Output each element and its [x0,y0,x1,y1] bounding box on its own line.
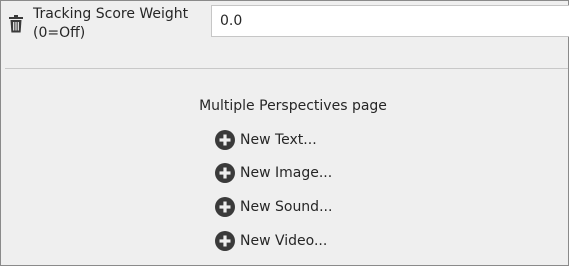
divider [5,68,568,69]
section-title: Multiple Perspectives page [199,98,387,114]
tracking-score-input[interactable] [211,5,569,37]
new-image-label: New Image... [240,165,333,181]
new-sound-label: New Sound... [240,199,333,215]
tracking-score-label-line1: Tracking Score Weight [33,6,189,22]
plus-circle-icon [215,130,235,150]
trash-icon[interactable] [9,15,23,33]
new-video-button[interactable]: New Video... [215,231,327,251]
new-video-label: New Video... [240,233,328,249]
new-image-button[interactable]: New Image... [215,163,332,183]
tracking-score-label: Tracking Score Weight (0=Off) [33,5,208,43]
new-text-label: New Text... [240,132,317,148]
plus-circle-icon [215,197,235,217]
plus-circle-icon [215,231,235,251]
tracking-score-label-line2: (0=Off) [33,25,86,41]
properties-panel: Tracking Score Weight (0=Off) Multiple P… [0,0,569,266]
plus-circle-icon [215,163,235,183]
new-sound-button[interactable]: New Sound... [215,197,332,217]
new-text-button[interactable]: New Text... [215,130,317,150]
